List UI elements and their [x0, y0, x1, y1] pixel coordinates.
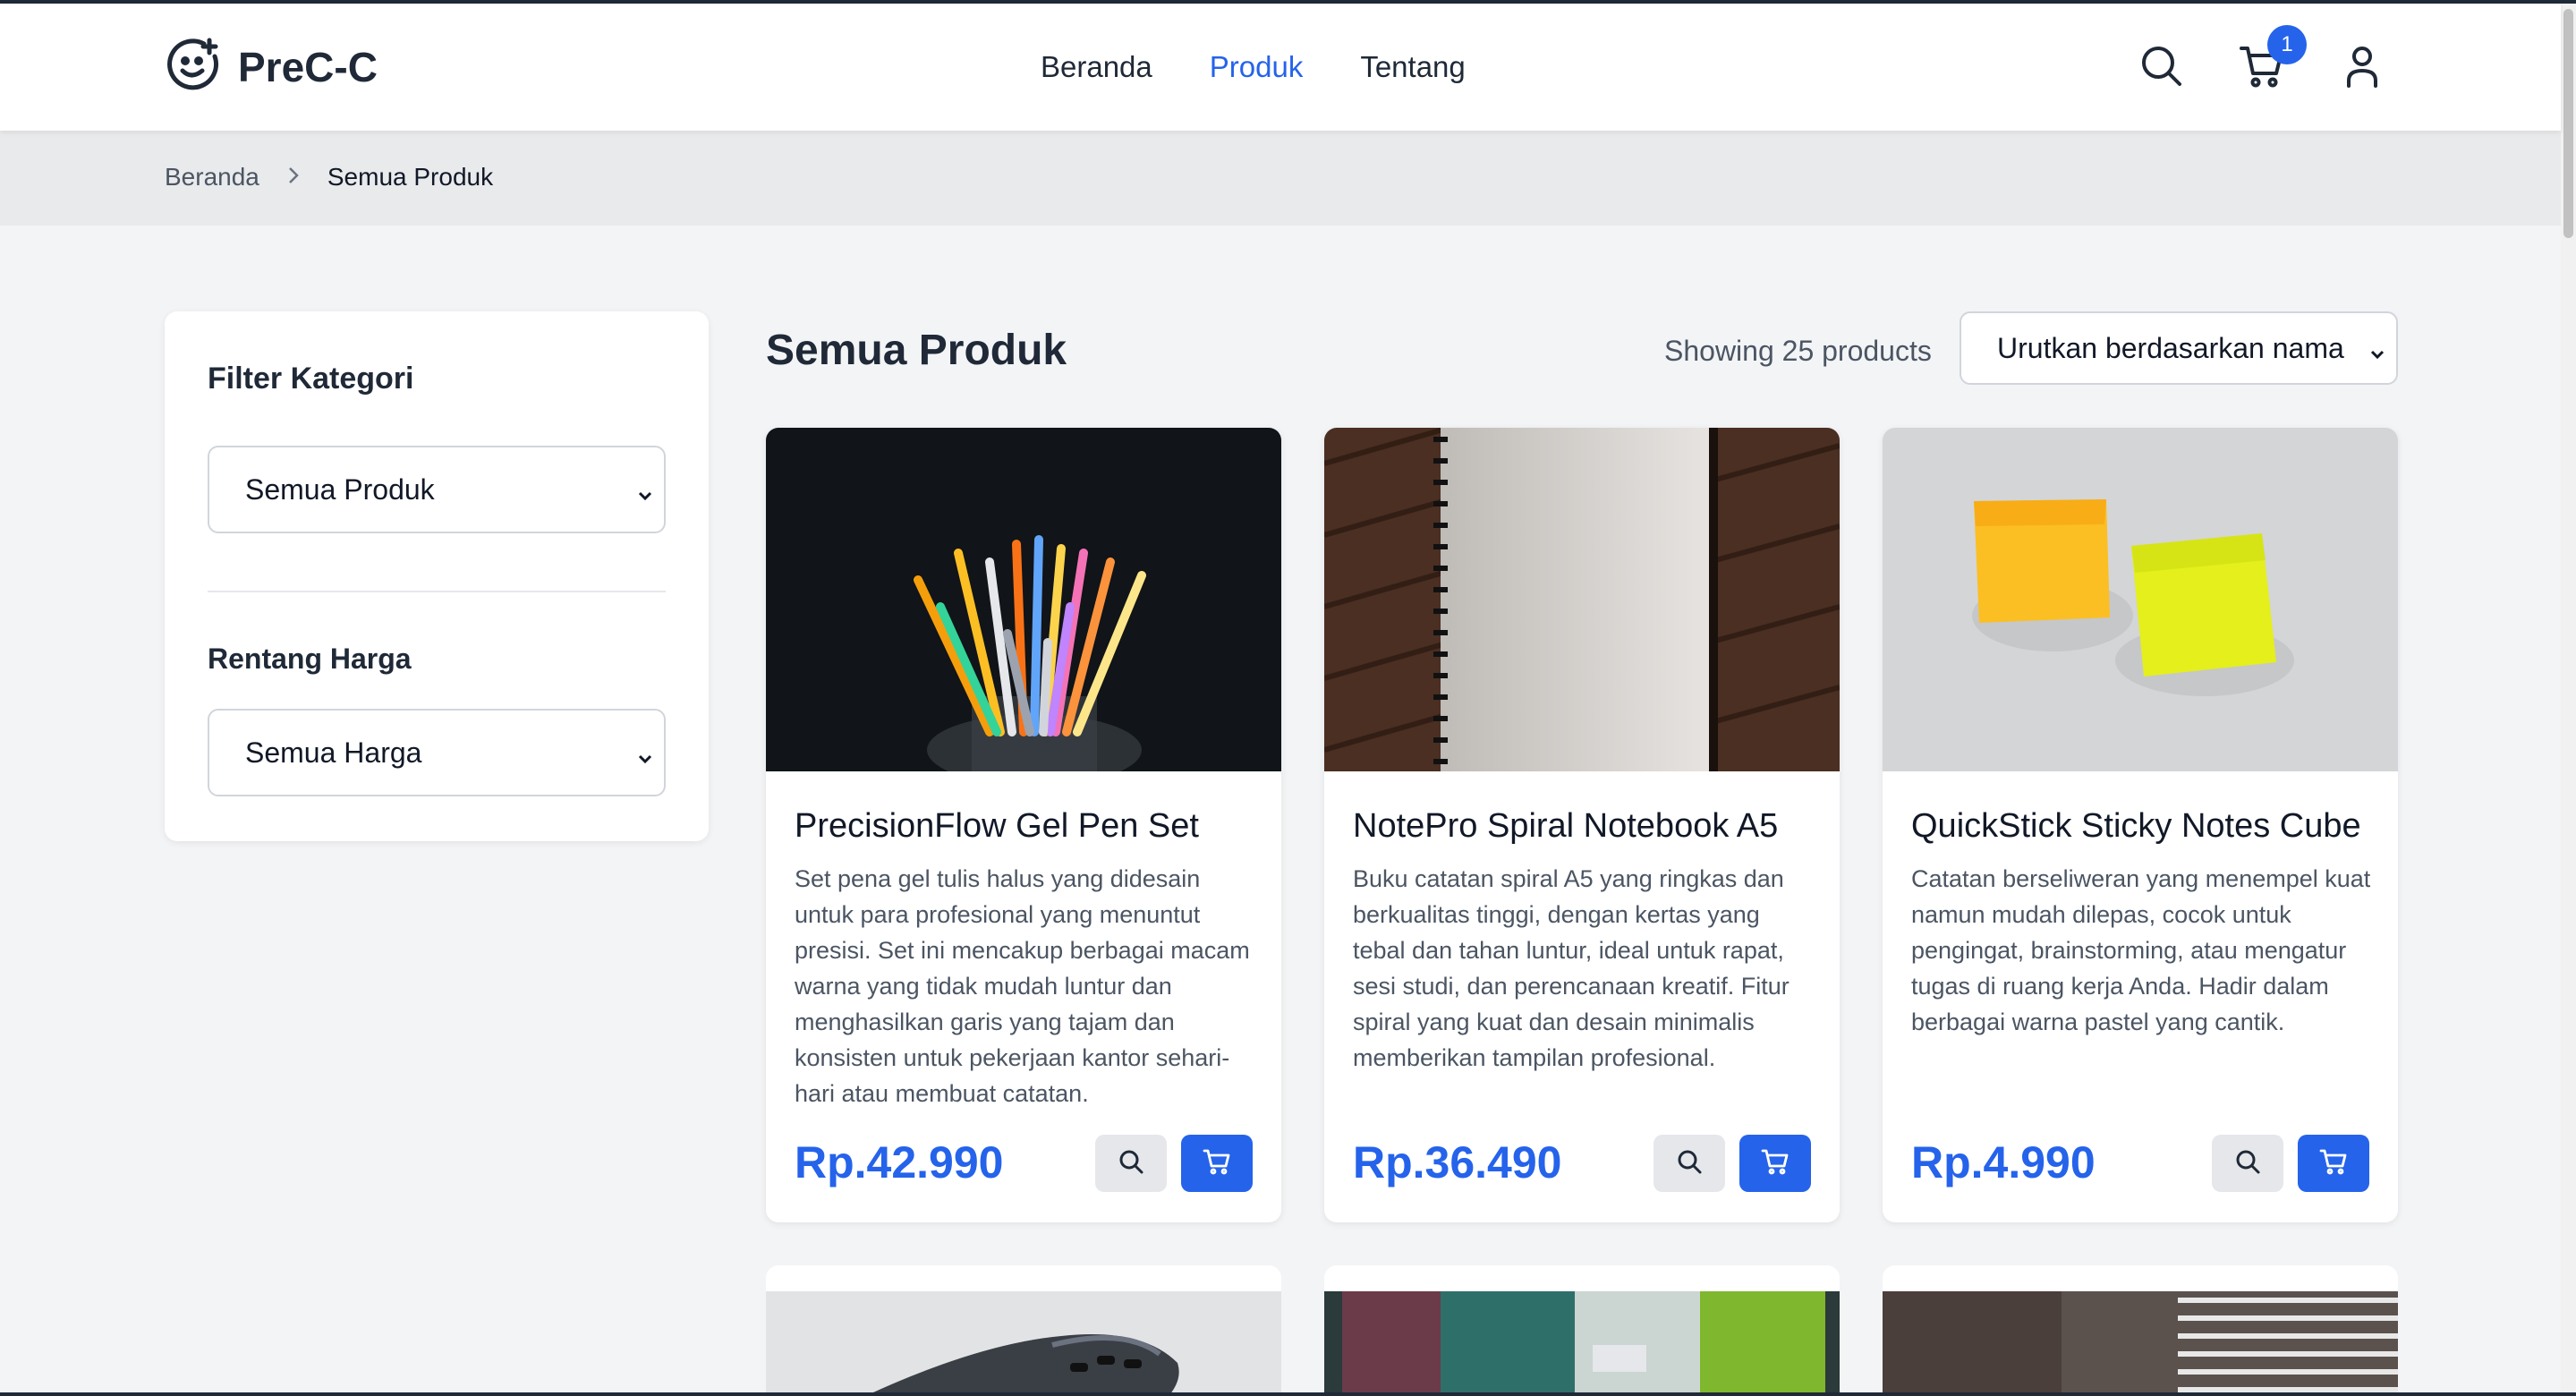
product-description: Buku catatan spiral A5 yang ringkas dan …: [1353, 865, 1790, 1071]
breadcrumb-current: Semua Produk: [327, 163, 494, 191]
cart-icon: [2319, 1147, 2348, 1180]
category-select[interactable]: Semua Produk: [208, 446, 666, 533]
product-description: Set pena gel tulis halus yang didesain u…: [795, 865, 1250, 1107]
product-image[interactable]: [1324, 428, 1840, 771]
sidebar-divider: [208, 591, 666, 592]
product-count: Showing 25 products: [1664, 335, 1932, 367]
product-card[interactable]: [1324, 1265, 1840, 1392]
nav-item-tentang[interactable]: Tentang: [1360, 50, 1465, 84]
product-image[interactable]: [766, 428, 1281, 771]
category-select-value: Semua Produk: [245, 472, 435, 506]
product-name[interactable]: PrecisionFlow Gel Pen Set: [795, 807, 1199, 846]
sort-select[interactable]: Urutkan berdasarkan nama: [1960, 311, 2398, 385]
product-card[interactable]: NotePro Spiral Notebook A5 Buku catatan …: [1324, 428, 1840, 1222]
user-icon: [2339, 47, 2385, 93]
search-button[interactable]: [2138, 43, 2185, 89]
window-bottom-border: [0, 1392, 2576, 1396]
product-image[interactable]: [766, 1265, 1281, 1392]
sort-select-value: Urutkan berdasarkan nama: [1997, 331, 2344, 364]
brand-name: PreC-C: [238, 44, 378, 90]
smile-logo-icon: [165, 37, 222, 98]
chevron-down-icon: [635, 480, 655, 501]
search-icon: [2138, 47, 2185, 93]
breadcrumb-bar: Beranda Semua Produk: [0, 131, 2561, 226]
page-title: Semua Produk: [766, 327, 1067, 374]
product-description: Catatan berseliweran yang menempel kuat …: [1911, 865, 2371, 1035]
product-price: Rp.4.990: [1911, 1137, 2096, 1187]
cart-count-badge: 1: [2267, 25, 2307, 64]
product-price: Rp.42.990: [795, 1137, 1004, 1187]
price-select-value: Semua Harga: [245, 736, 422, 769]
cart-icon: [1203, 1147, 1231, 1180]
product-card[interactable]: [1883, 1265, 2398, 1392]
price-filter-title: Rentang Harga: [208, 643, 412, 675]
product-image[interactable]: [1883, 1265, 2398, 1392]
price-select[interactable]: Semua Harga: [208, 709, 666, 796]
nav-item-produk[interactable]: Produk: [1210, 50, 1304, 84]
chevron-down-icon: [2368, 338, 2387, 360]
category-filter-title: Filter Kategori: [208, 362, 414, 396]
brand-logo[interactable]: PreC-C: [165, 36, 378, 98]
quick-view-button[interactable]: [1654, 1135, 1725, 1192]
breadcrumb-home[interactable]: Beranda: [165, 163, 259, 192]
product-image[interactable]: [1883, 428, 2398, 771]
quick-view-button[interactable]: [2212, 1135, 2283, 1192]
magnify-icon: [1117, 1147, 1145, 1180]
product-image[interactable]: [1324, 1265, 1840, 1392]
add-to-cart-button[interactable]: [1181, 1135, 1253, 1192]
product-name[interactable]: QuickStick Sticky Notes Cube: [1911, 807, 2361, 846]
breadcrumb: Beranda Semua Produk: [165, 163, 493, 192]
product-card[interactable]: [766, 1265, 1281, 1392]
product-card[interactable]: PrecisionFlow Gel Pen Set Set pena gel t…: [766, 428, 1281, 1222]
magnify-icon: [1675, 1147, 1704, 1180]
page-scrollbar-thumb[interactable]: [2563, 9, 2573, 238]
site-header: PreC-C Beranda Produk Tentang 1: [0, 4, 2561, 131]
product-name[interactable]: NotePro Spiral Notebook A5: [1353, 807, 1778, 846]
account-button[interactable]: [2339, 43, 2385, 89]
main-nav: Beranda Produk Tentang: [1041, 50, 1466, 84]
cart-icon: [1761, 1147, 1790, 1180]
product-card[interactable]: QuickStick Sticky Notes Cube Catatan ber…: [1883, 428, 2398, 1222]
chevron-right-icon: [286, 164, 301, 192]
product-price: Rp.36.490: [1353, 1137, 1562, 1187]
quick-view-button[interactable]: [1095, 1135, 1167, 1192]
magnify-icon: [2233, 1147, 2262, 1180]
filter-sidebar: Filter Kategori Semua Produk Rentang Har…: [165, 311, 709, 841]
cart-icon: [2239, 47, 2285, 93]
nav-item-beranda[interactable]: Beranda: [1041, 50, 1152, 84]
chevron-down-icon: [635, 743, 655, 764]
add-to-cart-button[interactable]: [2298, 1135, 2369, 1192]
add-to-cart-button[interactable]: [1739, 1135, 1811, 1192]
